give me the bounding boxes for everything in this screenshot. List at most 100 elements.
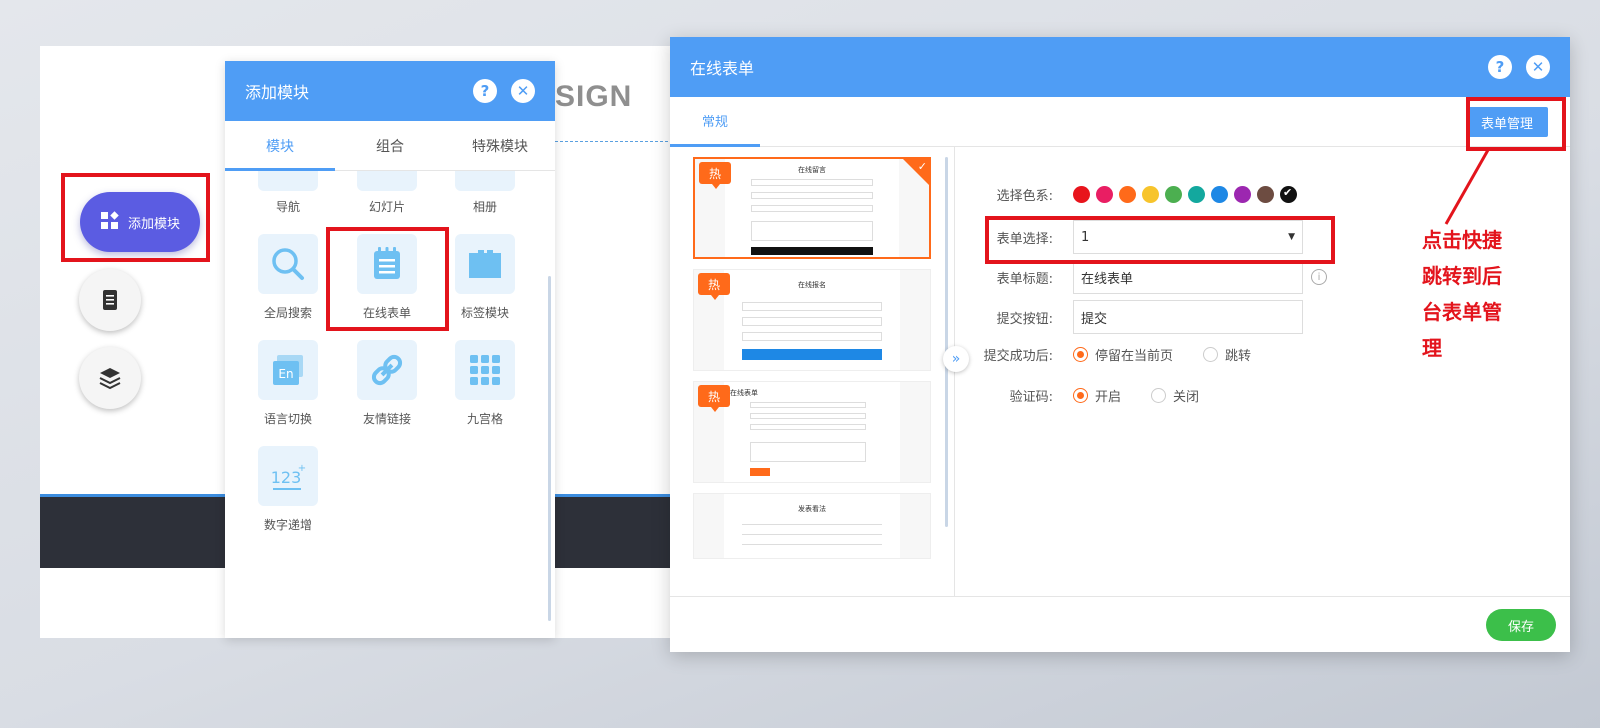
form-dialog-title: 在线表单	[690, 59, 755, 78]
submit-button-input[interactable]: 提交	[1073, 300, 1303, 334]
module-item-album[interactable]: 相册	[435, 198, 535, 215]
page-icon	[103, 290, 117, 310]
svg-text:En: En	[278, 367, 293, 381]
hot-badge: 热	[698, 273, 730, 300]
module-item-global-search[interactable]: 全局搜索	[238, 234, 338, 321]
layers-icon	[99, 368, 121, 390]
radio-button[interactable]	[1073, 387, 1088, 403]
color-scheme-label: 选择色系:	[996, 188, 1053, 204]
form-dialog-header: 在线表单 ? ✕	[670, 37, 1570, 97]
module-item-language-switch[interactable]: En 语言切换	[238, 340, 338, 427]
radio-button[interactable]	[1151, 387, 1167, 403]
form-title-input[interactable]: 在线表单	[1073, 260, 1303, 294]
layers-tool-button[interactable]	[79, 347, 141, 409]
module-label: 友情链接	[362, 412, 411, 426]
module-item-number-counter[interactable]: 123 + 数字递增	[238, 446, 338, 533]
template-title: 在线报名	[798, 281, 826, 289]
radio-label: 开启	[1095, 389, 1122, 405]
form-template-list: 在线留言 热 ✓ 在线报名 热 在线表单 热 发表看法	[670, 147, 955, 597]
template-title: 在线留言	[798, 166, 826, 174]
after-submit-row: 提交成功后: 停留在当前页 跳转	[970, 344, 1281, 364]
module-label: 导航	[275, 200, 300, 214]
submit-button-row: 提交按钮: 提交	[970, 297, 1303, 337]
color-swatch[interactable]	[1142, 185, 1159, 203]
form-template-card[interactable]: 在线报名 热	[693, 269, 931, 371]
module-label: 九宫格	[466, 412, 503, 426]
captcha-row: 验证码: 开启 关闭	[970, 385, 1229, 405]
color-swatch[interactable]	[1119, 185, 1136, 203]
module-label: 标签模块	[460, 306, 509, 320]
tab-modules[interactable]: 模块	[225, 121, 335, 171]
add-module-panel: 添加模块 ? ✕ 模块 组合 特殊模块 导航 幻灯片 相册 全局搜索 在线表单 …	[225, 61, 555, 638]
close-icon[interactable]: ✕	[1526, 55, 1550, 79]
annotation-line: 理	[1422, 336, 1442, 360]
module-item-tab-module[interactable]: 标签模块	[435, 234, 535, 321]
form-dialog-tabs: 常规 表单管理	[670, 97, 1570, 147]
radio-captcha-off[interactable]: 关闭	[1151, 386, 1199, 405]
radio-redirect[interactable]: 跳转	[1203, 345, 1251, 364]
annotation-line: 跳转到后	[1422, 264, 1502, 288]
color-swatch[interactable]	[1257, 185, 1274, 203]
form-dialog-footer: 保存	[670, 596, 1570, 652]
module-item-navigation[interactable]: 导航	[238, 198, 338, 215]
radio-button[interactable]	[1073, 346, 1088, 362]
highlight-box-add-module	[61, 173, 210, 262]
module-item-slideshow[interactable]: 幻灯片	[337, 198, 437, 215]
module-label: 语言切换	[263, 412, 312, 426]
page-tool-button[interactable]	[79, 269, 141, 331]
module-label: 相册	[472, 200, 497, 214]
help-icon[interactable]: ?	[1488, 55, 1512, 79]
info-icon[interactable]: i	[1311, 269, 1327, 285]
counter-icon: 123 +	[258, 446, 318, 506]
color-swatch[interactable]	[1280, 185, 1297, 203]
module-item-nine-grid[interactable]: 九宫格	[435, 340, 535, 427]
module-panel-scrollbar[interactable]	[548, 276, 551, 621]
module-label: 幻灯片	[368, 200, 405, 214]
captcha-label: 验证码:	[1009, 389, 1053, 405]
close-icon[interactable]: ✕	[511, 79, 535, 103]
form-template-card[interactable]: 在线留言 热 ✓	[693, 157, 931, 259]
search-icon	[258, 234, 318, 294]
module-tabs: 模块 组合 特殊模块	[225, 121, 555, 171]
radio-label: 跳转	[1225, 348, 1252, 364]
form-title-value: 在线表单	[1081, 271, 1134, 287]
module-panel-title: 添加模块	[245, 83, 310, 102]
color-swatches	[1073, 185, 1303, 203]
radio-captcha-on[interactable]: 开启	[1073, 386, 1121, 405]
tab-general[interactable]: 常规	[670, 97, 760, 147]
radio-label: 关闭	[1173, 389, 1200, 405]
save-button[interactable]: 保存	[1486, 609, 1556, 641]
hot-badge: 热	[699, 162, 731, 189]
module-label: 数字递增	[263, 518, 312, 532]
after-submit-label: 提交成功后:	[983, 348, 1053, 364]
tab-special-modules[interactable]: 特殊模块	[445, 121, 555, 170]
dashed-guide-line	[555, 141, 673, 142]
module-label: 全局搜索	[263, 306, 312, 320]
submit-button-value: 提交	[1081, 311, 1108, 327]
module-item-friend-links[interactable]: 友情链接	[337, 340, 437, 427]
svg-text:123: 123	[271, 468, 302, 487]
help-icon[interactable]: ?	[473, 79, 497, 103]
module-panel-header: 添加模块 ? ✕	[225, 61, 555, 121]
annotation-text: 点击快捷 跳转到后 台表单管 理	[1422, 222, 1532, 366]
color-swatch[interactable]	[1188, 185, 1205, 203]
radio-button[interactable]	[1203, 346, 1219, 362]
color-swatch[interactable]	[1211, 185, 1228, 203]
highlight-box-form-manage	[1466, 97, 1566, 151]
hot-badge: 热	[698, 385, 730, 412]
form-template-card[interactable]: 发表看法	[693, 493, 931, 559]
language-icon: En	[258, 340, 318, 400]
check-icon: ✓	[917, 160, 927, 173]
color-swatch[interactable]	[1073, 185, 1090, 203]
link-icon	[357, 340, 417, 400]
color-swatch[interactable]	[1165, 185, 1182, 203]
radio-stay-current-page[interactable]: 停留在当前页	[1073, 345, 1173, 364]
annotation-line: 点击快捷	[1422, 228, 1502, 252]
form-template-card[interactable]: 在线表单 热	[693, 381, 931, 483]
color-scheme-row: 选择色系:	[970, 184, 1303, 204]
template-list-scrollbar[interactable]	[945, 157, 948, 527]
collapse-arrow-icon[interactable]: »	[943, 346, 969, 372]
color-swatch[interactable]	[1234, 185, 1251, 203]
color-swatch[interactable]	[1096, 185, 1113, 203]
tab-combinations[interactable]: 组合	[335, 121, 445, 170]
